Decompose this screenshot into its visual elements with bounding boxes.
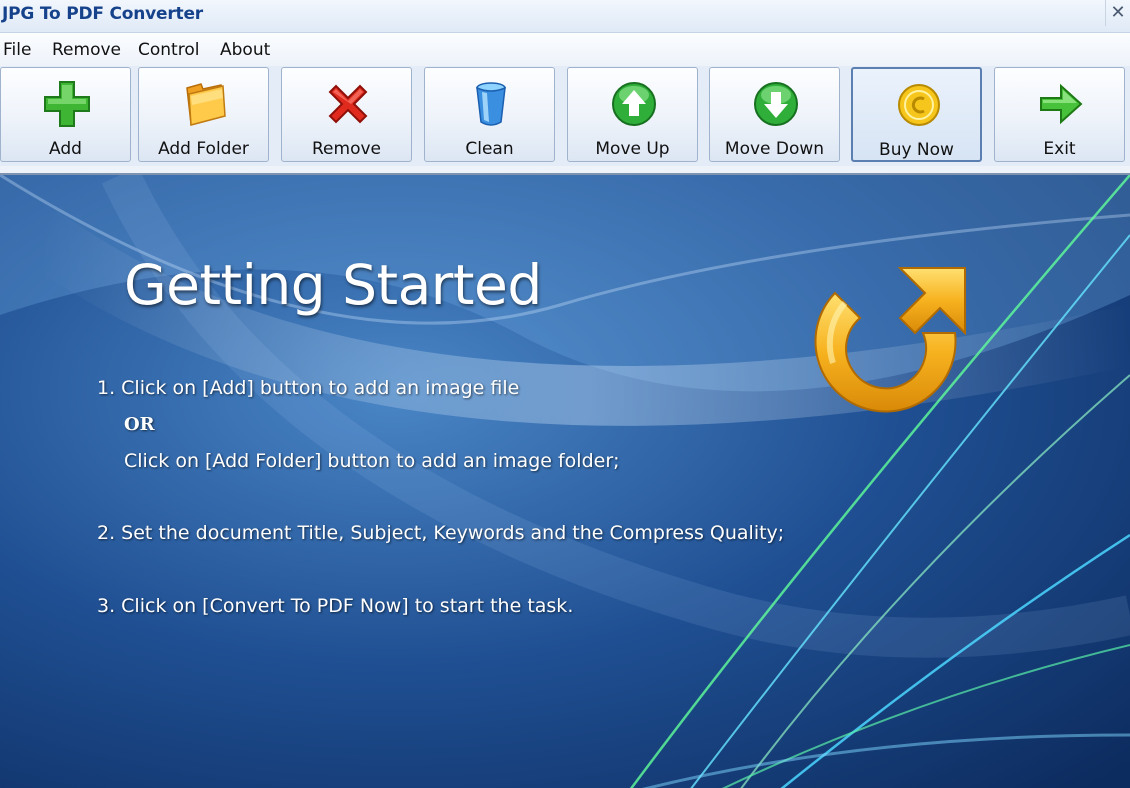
clean-button-label: Clean <box>465 139 514 159</box>
refresh-arrow-icon <box>814 267 966 413</box>
add-button-label: Add <box>49 139 82 159</box>
toolbar: Add Add Folder Remove Clean Move Up Move… <box>0 66 1130 166</box>
red-x-icon <box>328 84 368 124</box>
folder-icon <box>186 83 226 126</box>
close-button[interactable]: ✕ <box>1105 0 1130 26</box>
trash-bin-icon <box>476 82 506 126</box>
step-3-text: 3. Click on [Convert To PDF Now] to star… <box>97 595 574 617</box>
getting-started-panel: Getting Started 1. Click on [Add] button… <box>0 173 1130 788</box>
plus-icon <box>44 81 90 127</box>
add-folder-button-label: Add Folder <box>158 139 249 159</box>
down-arrow-circle-icon <box>754 82 798 126</box>
page-title: Getting Started <box>124 253 542 317</box>
clean-button[interactable]: Clean <box>424 67 555 162</box>
remove-button-label: Remove <box>312 139 381 159</box>
window-title: JPG To PDF Converter <box>2 4 203 24</box>
add-button[interactable]: Add <box>0 67 131 162</box>
step-1-text: 1. Click on [Add] button to add an image… <box>97 377 520 399</box>
buy-now-button-label: Buy Now <box>879 140 954 160</box>
up-arrow-circle-icon <box>612 82 656 126</box>
remove-button[interactable]: Remove <box>281 67 412 162</box>
menu-about[interactable]: About <box>220 40 270 60</box>
move-down-button-label: Move Down <box>724 139 825 159</box>
menu-remove[interactable]: Remove <box>52 40 121 60</box>
step-2-text: 2. Set the document Title, Subject, Keyw… <box>97 522 785 544</box>
exit-button-label: Exit <box>1043 139 1076 159</box>
exit-button[interactable]: Exit <box>994 67 1125 162</box>
move-up-button[interactable]: Move Up <box>567 67 698 162</box>
menu-file[interactable]: File <box>3 40 31 60</box>
coin-icon <box>898 84 940 126</box>
add-folder-button[interactable]: Add Folder <box>138 67 269 162</box>
or-text: OR <box>124 414 155 435</box>
move-up-button-label: Move Up <box>595 139 670 159</box>
buy-now-button[interactable]: Buy Now <box>851 67 982 162</box>
step-1b-text: Click on [Add Folder] button to add an i… <box>124 450 620 472</box>
exit-arrow-icon <box>1040 83 1083 125</box>
menu-control[interactable]: Control <box>138 40 199 60</box>
menu-bar: File Remove Control About <box>0 33 1130 65</box>
move-down-button[interactable]: Move Down <box>709 67 840 162</box>
title-bar: JPG To PDF Converter ✕ <box>0 0 1130 33</box>
